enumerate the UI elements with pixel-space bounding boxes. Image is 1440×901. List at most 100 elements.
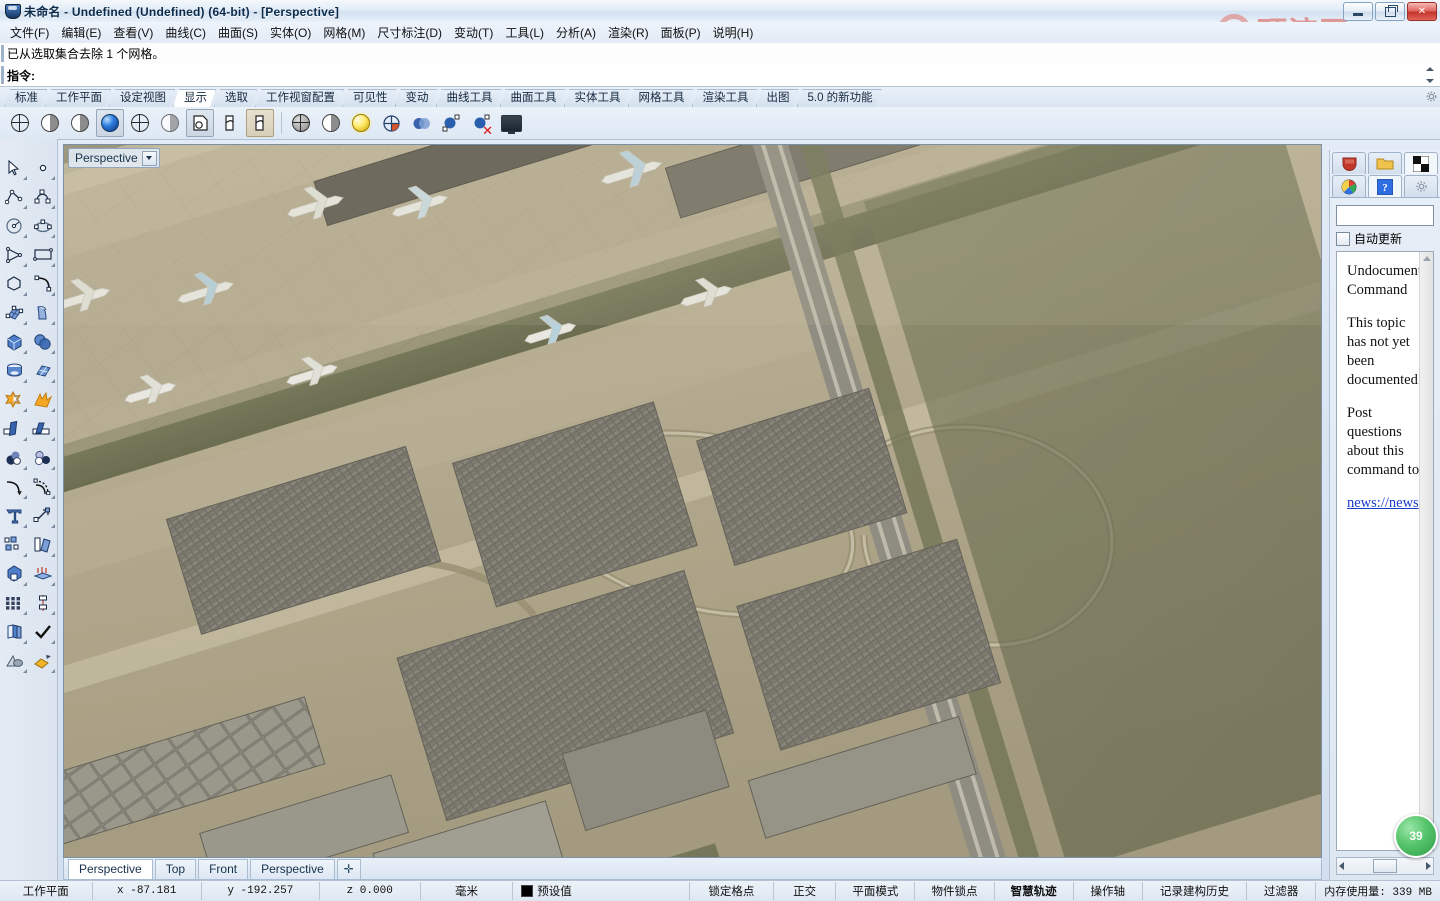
plus-icon[interactable]: ✛ bbox=[336, 858, 361, 879]
status-toggle-planar[interactable]: 平面模式 bbox=[836, 882, 916, 900]
status-toggle-history[interactable]: 记录建构历史 bbox=[1143, 882, 1248, 900]
scroll-up-icon[interactable] bbox=[1422, 256, 1431, 261]
mirror-icon[interactable] bbox=[29, 530, 58, 559]
viewport-tab-front[interactable]: Front bbox=[198, 858, 249, 879]
circle-icon[interactable] bbox=[0, 211, 29, 240]
ghosted-display-icon[interactable] bbox=[126, 109, 154, 137]
status-toggle-smarttrack[interactable]: 智慧轨迹 bbox=[995, 882, 1074, 900]
menu-item-curve[interactable]: 曲线(C) bbox=[159, 22, 212, 43]
tab-display[interactable]: 显示 bbox=[173, 89, 216, 107]
help-newsgroup-link[interactable]: news://news bbox=[1347, 495, 1419, 511]
tab-visibility[interactable]: 可见性 bbox=[342, 89, 397, 107]
viewport-tab-perspective-2[interactable]: Perspective bbox=[250, 858, 335, 879]
boolean-difference-icon[interactable] bbox=[0, 443, 29, 472]
auto-update-row[interactable]: 自动更新 bbox=[1336, 230, 1434, 247]
viewport-title-dropdown[interactable]: Perspective bbox=[68, 148, 160, 168]
help-horizontal-scrollbar[interactable] bbox=[1336, 857, 1434, 875]
tab-set-view[interactable]: 设定视图 bbox=[109, 89, 175, 107]
tab-cplane[interactable]: 工作平面 bbox=[45, 89, 111, 107]
help-icon[interactable]: ? bbox=[1368, 175, 1402, 197]
tab-solid-tools[interactable]: 实体工具 bbox=[564, 89, 630, 107]
arctic-display-icon[interactable] bbox=[96, 109, 124, 137]
scale-icon[interactable] bbox=[29, 501, 58, 530]
array-icon[interactable] bbox=[0, 530, 29, 559]
color-wheel-icon[interactable] bbox=[1332, 175, 1366, 197]
minimize-button[interactable] bbox=[1343, 2, 1373, 21]
point-icon[interactable] bbox=[29, 153, 58, 182]
rectangular-array-icon[interactable] bbox=[0, 588, 29, 617]
command-line[interactable]: 指令: bbox=[0, 64, 1440, 87]
status-toggle-gumball[interactable]: 操作轴 bbox=[1074, 882, 1143, 900]
menu-item-view[interactable]: 查看(V) bbox=[107, 22, 159, 43]
folder-layers-icon[interactable] bbox=[1368, 152, 1402, 174]
tab-transform[interactable]: 变动 bbox=[395, 89, 438, 107]
tab-curve-tools[interactable]: 曲线工具 bbox=[436, 89, 502, 107]
menu-item-mesh[interactable]: 网格(M) bbox=[317, 22, 371, 43]
xray-display-icon[interactable] bbox=[156, 109, 184, 137]
ellipse-icon[interactable] bbox=[29, 211, 58, 240]
menu-item-tools[interactable]: 工具(L) bbox=[499, 22, 550, 43]
rendered-display-icon[interactable] bbox=[66, 109, 94, 137]
help-search-input[interactable] bbox=[1337, 206, 1433, 225]
offset-curve-icon[interactable] bbox=[29, 472, 58, 501]
render-preview-icon[interactable] bbox=[347, 109, 375, 137]
cap-solid-icon[interactable] bbox=[0, 559, 29, 588]
tab-standard[interactable]: 标准 bbox=[4, 89, 47, 107]
help-search-box[interactable] bbox=[1336, 205, 1434, 226]
check-object-icon[interactable] bbox=[29, 617, 58, 646]
box-icon[interactable] bbox=[0, 327, 29, 356]
status-toggle-snap[interactable]: 锁定格点 bbox=[690, 882, 774, 900]
dimension-icon[interactable] bbox=[29, 588, 58, 617]
zebra-analysis-icon[interactable] bbox=[377, 109, 405, 137]
tab-whats-new[interactable]: 5.0 的新功能 bbox=[797, 89, 882, 107]
status-toggle-osnap[interactable]: 物件锁点 bbox=[915, 882, 995, 900]
pen-display-icon[interactable] bbox=[246, 109, 274, 137]
curve-interp-icon[interactable] bbox=[29, 182, 58, 211]
shade-object-icon[interactable] bbox=[0, 646, 29, 675]
menu-item-transform[interactable]: 变动(T) bbox=[448, 22, 499, 43]
extrude-planar-icon[interactable] bbox=[29, 559, 58, 588]
rotate-widget[interactable]: 39 bbox=[1394, 814, 1438, 858]
menu-item-edit[interactable]: 编辑(E) bbox=[55, 22, 107, 43]
polygon-triangle-icon[interactable] bbox=[0, 240, 29, 269]
menu-item-analyze[interactable]: 分析(A) bbox=[550, 22, 602, 43]
split-icon[interactable] bbox=[29, 414, 58, 443]
chevron-down-icon[interactable] bbox=[141, 150, 157, 166]
viewport-tab-perspective[interactable]: Perspective bbox=[68, 858, 153, 879]
explode-icon[interactable] bbox=[29, 385, 58, 414]
menu-item-help[interactable]: 说明(H) bbox=[707, 22, 760, 43]
curvature-graph-icon[interactable] bbox=[407, 109, 435, 137]
status-toggle-filter[interactable]: 过滤器 bbox=[1247, 882, 1317, 900]
boolean-union-icon[interactable] bbox=[0, 385, 29, 414]
menu-item-panels[interactable]: 面板(P) bbox=[655, 22, 707, 43]
trim-icon[interactable] bbox=[0, 414, 29, 443]
left-arrow-icon[interactable] bbox=[1339, 862, 1344, 870]
menu-item-file[interactable]: 文件(F) bbox=[4, 22, 55, 43]
tab-select[interactable]: 选取 bbox=[214, 89, 257, 107]
perspective-viewport[interactable]: Perspective bbox=[63, 144, 1322, 858]
technical-display-icon[interactable] bbox=[186, 109, 214, 137]
maximize-button[interactable] bbox=[1375, 2, 1405, 21]
shade-command-icon[interactable] bbox=[287, 109, 315, 137]
command-input[interactable] bbox=[35, 65, 1440, 85]
render-material-icon[interactable] bbox=[29, 646, 58, 675]
arc-icon[interactable] bbox=[29, 269, 58, 298]
show-edges-icon[interactable] bbox=[437, 109, 465, 137]
status-toggle-ortho[interactable]: 正交 bbox=[774, 882, 837, 900]
close-button[interactable]: ✕ bbox=[1407, 2, 1437, 21]
command-history-scroll[interactable] bbox=[1426, 67, 1438, 83]
mesh-plane-icon[interactable] bbox=[29, 356, 58, 385]
extrude-surface-icon[interactable] bbox=[29, 298, 58, 327]
layer-icon[interactable] bbox=[0, 617, 29, 646]
sphere-boolean-icon[interactable] bbox=[29, 327, 58, 356]
menu-item-render[interactable]: 渲染(R) bbox=[602, 22, 655, 43]
help-vertical-scrollbar[interactable] bbox=[1419, 252, 1433, 850]
tab-surface-tools[interactable]: 曲面工具 bbox=[500, 89, 566, 107]
text-object-icon[interactable] bbox=[0, 501, 29, 530]
cylinder-icon[interactable] bbox=[0, 356, 29, 385]
tab-mesh-tools[interactable]: 网格工具 bbox=[628, 89, 694, 107]
menu-item-dimension[interactable]: 尺寸标注(D) bbox=[371, 22, 448, 43]
status-layer[interactable]: 预设值 bbox=[513, 882, 690, 900]
menu-item-solid[interactable]: 实体(O) bbox=[264, 22, 317, 43]
checker-texture-icon[interactable] bbox=[1404, 152, 1438, 174]
